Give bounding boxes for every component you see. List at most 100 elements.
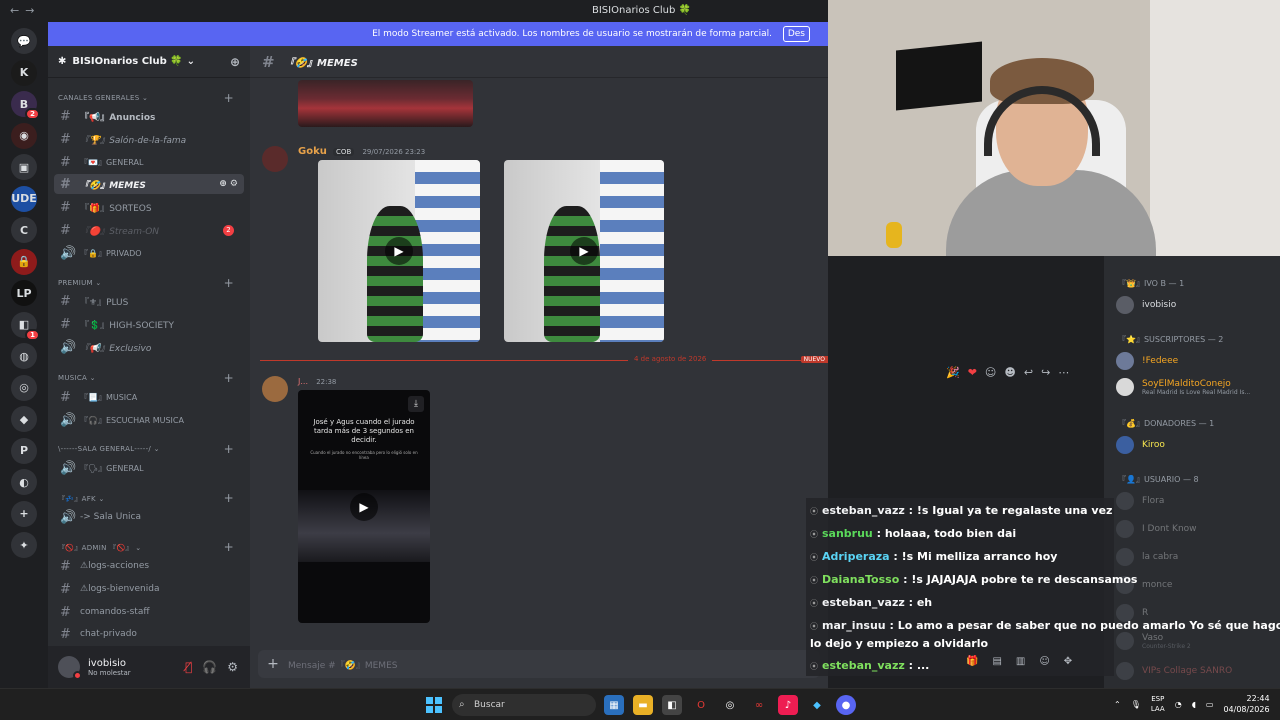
- category-musica[interactable]: MUSICA ⌄ +: [58, 371, 240, 385]
- server-header[interactable]: ✱ BISIOnarios Club 🍀 ⌄ ⊕: [48, 46, 250, 78]
- play-icon[interactable]: ▶: [570, 237, 598, 265]
- headphones-icon[interactable]: 🎧: [202, 660, 217, 674]
- member-item[interactable]: I Dont Know: [1116, 520, 1197, 538]
- channel-escuchar-musica[interactable]: 🔊 『🎧』ESCUCHAR MUSICA: [54, 410, 244, 430]
- channel-exclusivo[interactable]: 🔊 『📢』Exclusivo: [54, 337, 244, 357]
- channel-anuncios[interactable]: # 『📢』Anuncios: [54, 106, 244, 126]
- category-general[interactable]: CANALES GENERALES ⌄ +: [58, 91, 240, 105]
- channel-general-voice[interactable]: 🔊 『🗣』GENERAL: [54, 458, 244, 478]
- server-icon[interactable]: P: [11, 437, 37, 464]
- heart-emoji-icon[interactable]: ❤: [968, 366, 977, 379]
- reply-icon[interactable]: ↩: [1024, 366, 1033, 379]
- member-item[interactable]: la cabra: [1116, 548, 1178, 566]
- channel-sorteos[interactable]: # 『🎁』SORTEOS: [54, 197, 244, 217]
- category-premium[interactable]: PREMIUM ⌄ +: [58, 276, 240, 290]
- gift-icon[interactable]: 🎁: [966, 656, 978, 667]
- avatar[interactable]: [262, 146, 288, 172]
- app-icon[interactable]: ▦: [604, 695, 624, 715]
- member-item[interactable]: Flora: [1116, 492, 1164, 510]
- add-reaction-icon[interactable]: ☻: [1004, 366, 1015, 379]
- add-channel-icon[interactable]: +: [224, 540, 234, 554]
- server-icon[interactable]: ◆: [11, 406, 37, 432]
- server-icon[interactable]: +: [11, 500, 37, 527]
- sticker-icon[interactable]: ▥: [1016, 656, 1025, 667]
- server-icon[interactable]: ▣: [11, 154, 37, 180]
- play-icon[interactable]: ▶: [385, 237, 413, 265]
- avatar[interactable]: [262, 376, 288, 402]
- windows-start-icon[interactable]: [426, 697, 442, 713]
- video-attachment[interactable]: ⤓ José y Agus cuando el jurado tarda más…: [298, 390, 430, 623]
- channel-memes[interactable]: # 『🤣』MEMES ⊕ ⚙: [54, 174, 244, 194]
- author-name[interactable]: J...: [298, 377, 308, 386]
- mic-icon[interactable]: 🎙: [1131, 700, 1141, 709]
- message-input[interactable]: Mensaje #『🤣』MEMES: [288, 658, 397, 671]
- back-forward-icons[interactable]: ←→: [10, 4, 40, 17]
- emoji-reaction-icon[interactable]: ☺: [985, 366, 996, 379]
- opera-icon[interactable]: O: [691, 695, 711, 715]
- add-channel-icon[interactable]: +: [224, 442, 234, 456]
- image-attachment[interactable]: [298, 80, 473, 127]
- app-icon[interactable]: ∞: [749, 695, 769, 715]
- party-emoji-icon[interactable]: 🎉: [946, 366, 960, 379]
- app-icon[interactable]: ◆: [807, 695, 827, 715]
- language-indicator[interactable]: ESP LAA: [1151, 694, 1165, 714]
- video-attachment[interactable]: ▶: [504, 160, 664, 342]
- volume-icon[interactable]: ◖: [1192, 700, 1196, 709]
- server-icon[interactable]: UDE: [11, 185, 37, 212]
- video-attachment[interactable]: ▶: [318, 160, 480, 342]
- server-icon[interactable]: ◐: [11, 469, 37, 495]
- server-icon[interactable]: K: [11, 59, 37, 86]
- avatar[interactable]: [58, 656, 82, 680]
- tiktok-icon[interactable]: ♪: [778, 695, 798, 715]
- server-icon[interactable]: ◧ 1: [11, 311, 40, 341]
- member-item[interactable]: !Fedeee: [1116, 352, 1178, 370]
- more-icon[interactable]: ⋯: [1058, 366, 1069, 379]
- server-icon[interactable]: C: [11, 217, 37, 243]
- channel-privado[interactable]: 🔊 『🔒』PRIVADO: [54, 243, 244, 263]
- channel-high-society[interactable]: # 『💲』HIGH-SOCIETY: [54, 314, 244, 334]
- forward-icon[interactable]: ↪: [1041, 366, 1050, 379]
- server-icon[interactable]: 🔒: [11, 248, 37, 275]
- member-item[interactable]: Vaso Counter-Strike 2: [1116, 632, 1191, 650]
- member-item[interactable]: ivobisio: [1116, 296, 1176, 314]
- category-admin[interactable]: 『🚫』ADMIN 『🚫』 ⌄ +: [58, 540, 240, 554]
- channel-musica[interactable]: # 『📃』MUSICA: [54, 387, 244, 407]
- apps-icon[interactable]: ✥: [1064, 656, 1072, 667]
- category-afk[interactable]: 『💤』AFK ⌄ +: [58, 491, 240, 505]
- channel-salon[interactable]: # 『🏆』Salón-de-la-fama: [54, 129, 244, 149]
- invite-and-settings-icons[interactable]: ⊕ ⚙: [219, 179, 238, 189]
- app-icon[interactable]: ◧: [662, 695, 682, 715]
- add-attachment-icon[interactable]: +: [258, 656, 288, 672]
- add-channel-icon[interactable]: +: [224, 491, 234, 505]
- battery-icon[interactable]: ▭: [1206, 700, 1214, 709]
- chevron-up-icon[interactable]: ⌃: [1114, 700, 1121, 709]
- server-icon[interactable]: ◍: [11, 343, 37, 369]
- server-icon[interactable]: ◉: [11, 122, 37, 149]
- server-icon[interactable]: ✦: [11, 532, 37, 558]
- member-item[interactable]: SoyElMalditoConejo Real Madrid Is Love Re…: [1116, 378, 1250, 396]
- gear-icon[interactable]: ⚙: [227, 660, 238, 674]
- category-sala-general[interactable]: \------SALA GENERAL-----/ ⌄ +: [58, 442, 240, 456]
- clock[interactable]: 22:44 04/08/2026: [1223, 693, 1269, 715]
- message-composer[interactable]: + Mensaje #『🤣』MEMES: [258, 650, 820, 678]
- add-channel-icon[interactable]: +: [224, 91, 234, 105]
- invite-user-icon[interactable]: ⊕: [230, 55, 240, 69]
- add-channel-icon[interactable]: +: [224, 276, 234, 290]
- channel-comandos-staff[interactable]: # comandos-staff: [54, 602, 244, 622]
- channel-logs-bienvenida[interactable]: # ⚠logs-bienvenida: [54, 579, 244, 599]
- download-icon[interactable]: ⤓: [408, 396, 424, 412]
- discord-icon[interactable]: ●: [836, 695, 856, 715]
- emoji-icon[interactable]: ☺: [1039, 656, 1049, 667]
- member-item[interactable]: Kiroo: [1116, 436, 1165, 454]
- channel-general[interactable]: # 『💌』GENERAL: [54, 152, 244, 172]
- disable-streamer-button[interactable]: Des: [782, 26, 810, 42]
- member-item[interactable]: VIPs Collage SANRO: [1116, 662, 1232, 680]
- channel-chat-privado[interactable]: # chat-privado: [54, 624, 244, 644]
- wifi-icon[interactable]: ◔: [1175, 700, 1182, 709]
- server-icon[interactable]: LP: [11, 280, 37, 306]
- play-icon[interactable]: ▶: [350, 492, 378, 521]
- server-icon[interactable]: ◎: [11, 374, 37, 401]
- gif-icon[interactable]: ▤: [992, 656, 1001, 667]
- server-icon[interactable]: B2: [11, 91, 40, 120]
- steam-icon[interactable]: ◎: [720, 695, 740, 715]
